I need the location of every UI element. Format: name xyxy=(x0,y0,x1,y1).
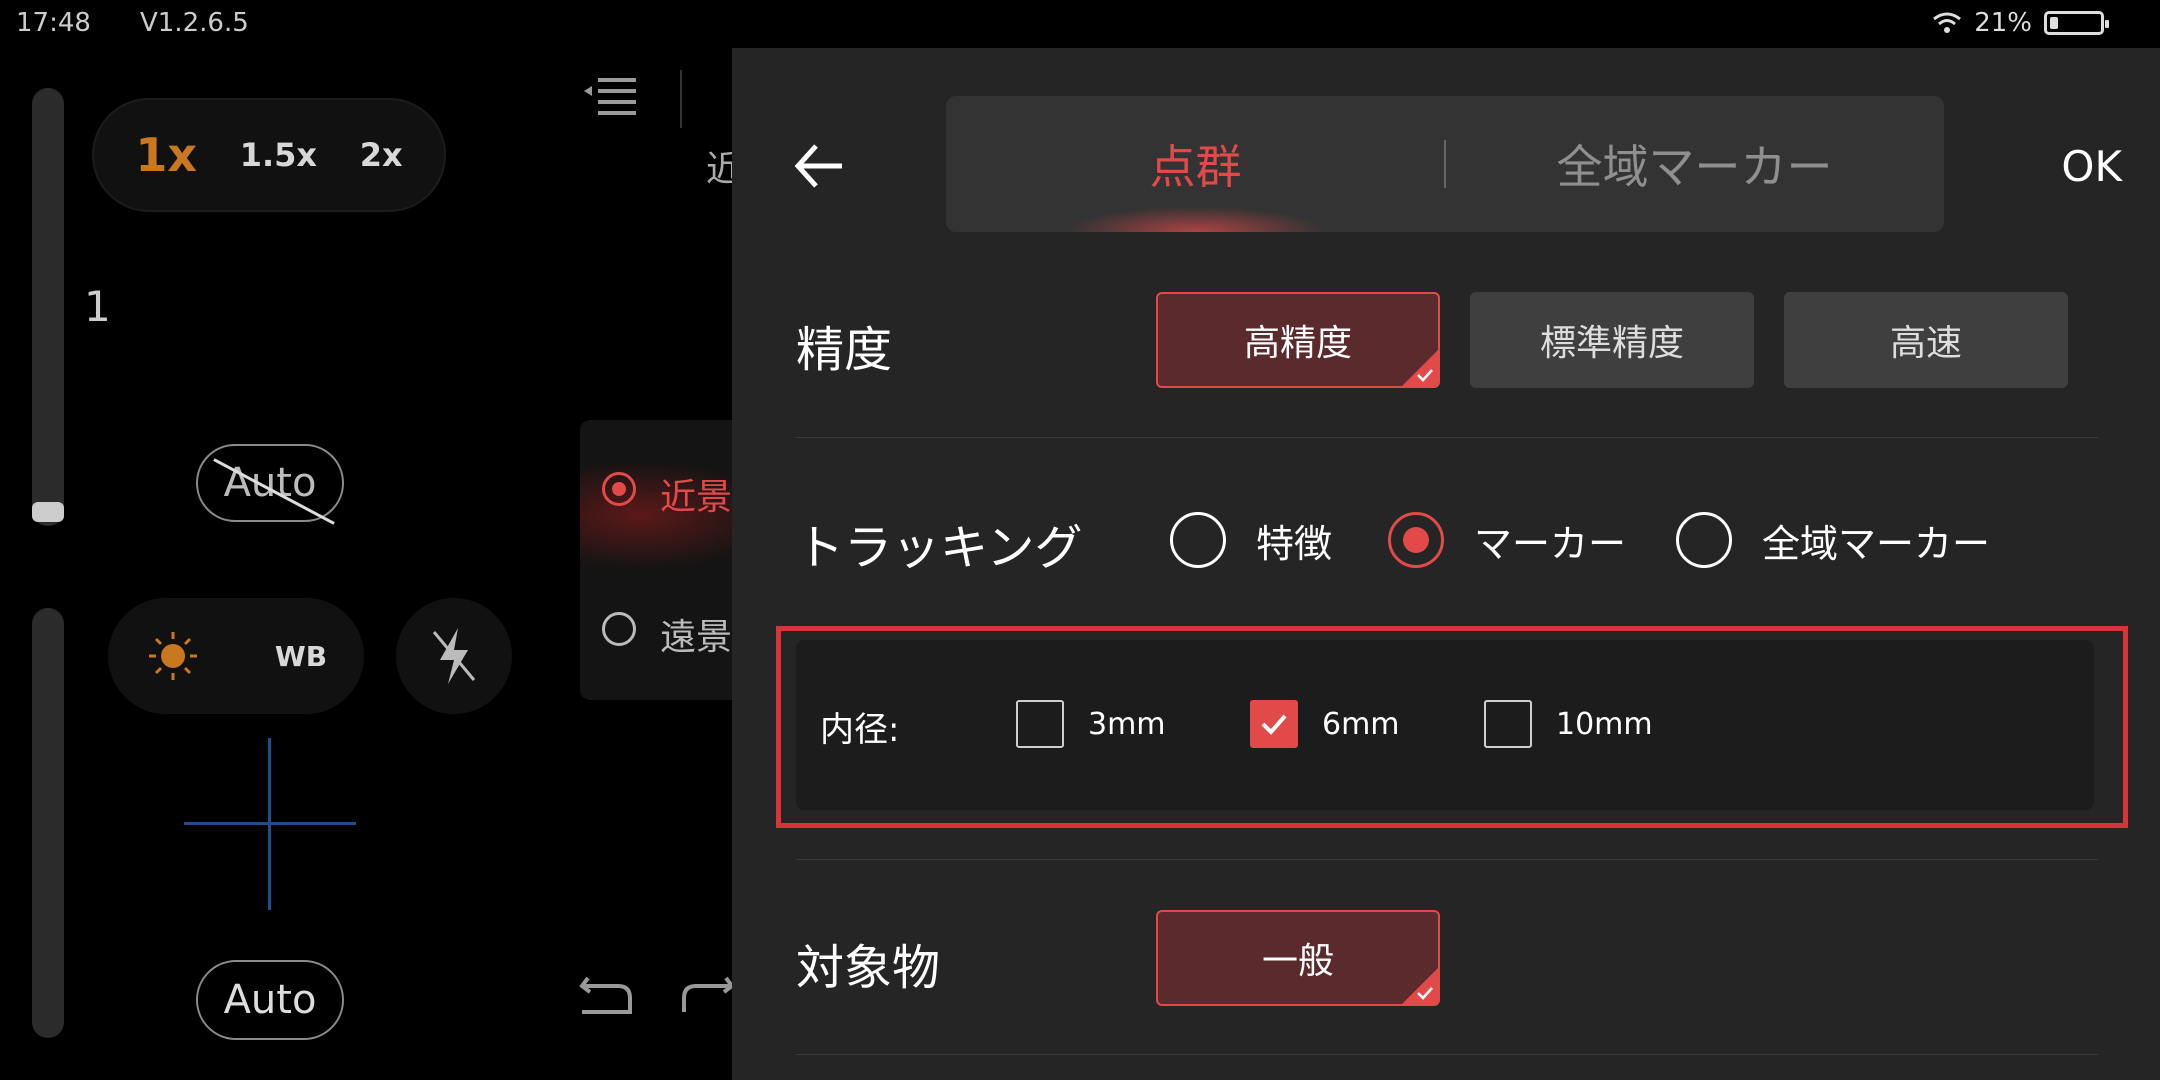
precision-fast-label: 高速 xyxy=(1889,323,1962,364)
active-tab-indicator xyxy=(1066,206,1326,232)
far-option-label[interactable]: 遠景 xyxy=(660,608,732,660)
range-options-card: 近景 遠景 xyxy=(580,420,740,700)
flash-button[interactable] xyxy=(396,598,512,714)
zoom-option-2x[interactable]: 2x xyxy=(360,136,403,174)
mode-tabs: 点群 全域マーカー xyxy=(946,96,1944,232)
menu-collapse-icon[interactable] xyxy=(582,76,638,116)
tracking-global-marker-label: 全域マーカー xyxy=(1762,521,1991,566)
diameter-3mm-checkbox[interactable] xyxy=(1016,700,1064,748)
precision-fast-button[interactable]: 高速 xyxy=(1784,292,2068,388)
far-radio[interactable] xyxy=(602,612,636,646)
precision-standard-label: 標準精度 xyxy=(1539,323,1684,364)
tracking-global-marker-option[interactable]: 全域マーカー xyxy=(1676,512,1990,568)
diameter-6mm-checkbox[interactable] xyxy=(1250,700,1298,748)
diameter-10mm-label: 10mm xyxy=(1556,706,1653,742)
target-label: 対象物 xyxy=(796,940,941,996)
zoom-option-1-5x[interactable]: 1.5x xyxy=(240,136,317,174)
battery-percent: 21% xyxy=(1974,8,2032,38)
tracking-global-marker-radio[interactable] xyxy=(1676,512,1732,568)
auto-exposure-label: Auto xyxy=(223,977,317,1023)
tracking-feature-radio[interactable] xyxy=(1170,512,1226,568)
iso-value: 1 xyxy=(84,282,111,331)
battery-icon xyxy=(2044,11,2109,35)
status-indicators: 21% xyxy=(1932,8,2109,38)
exposure-slider[interactable] xyxy=(32,608,64,1038)
zoom-selector: 1x 1.5x 2x xyxy=(92,98,446,212)
target-general-label: 一般 xyxy=(1261,941,1334,982)
focus-crosshair-vertical xyxy=(268,738,271,910)
undo-icon[interactable] xyxy=(578,968,634,1016)
precision-label: 精度 xyxy=(796,322,893,378)
tracking-marker-radio[interactable] xyxy=(1388,512,1444,568)
section-divider xyxy=(796,1054,2098,1055)
tracking-marker-option[interactable]: マーカー xyxy=(1388,512,1626,568)
zoom-option-1x[interactable]: 1x xyxy=(135,128,197,182)
iso-slider[interactable] xyxy=(32,88,64,526)
back-arrow-icon[interactable] xyxy=(792,138,848,194)
diameter-10mm-checkbox[interactable] xyxy=(1484,700,1532,748)
check-icon xyxy=(1417,987,1433,1000)
tracking-label: トラッキング xyxy=(796,520,1083,576)
target-general-button[interactable]: 一般 xyxy=(1156,910,1440,1006)
near-option-label[interactable]: 近景 xyxy=(660,468,732,520)
diameter-6mm-option[interactable]: 6mm xyxy=(1250,700,1400,748)
exposure-wb-group: WB xyxy=(108,598,364,714)
highlight-frame xyxy=(776,626,2128,828)
diameter-6mm-label: 6mm xyxy=(1322,706,1400,742)
tracking-feature-label: 特徴 xyxy=(1256,521,1333,566)
diameter-3mm-label: 3mm xyxy=(1088,706,1166,742)
ok-button[interactable]: OK xyxy=(2061,142,2122,191)
tab-global-marker[interactable]: 全域マーカー xyxy=(1445,96,1944,232)
tracking-feature-option[interactable]: 特徴 xyxy=(1170,512,1332,568)
section-divider xyxy=(796,437,2098,438)
status-time: 17:48 xyxy=(16,8,91,38)
wifi-icon xyxy=(1933,12,1962,33)
section-divider xyxy=(796,859,2098,860)
near-radio[interactable] xyxy=(602,472,636,506)
app-version: V1.2.6.5 xyxy=(140,8,249,38)
auto-exposure-button[interactable]: Auto xyxy=(196,960,344,1040)
toolbar-divider xyxy=(680,70,682,128)
tracking-marker-label: マーカー xyxy=(1474,521,1627,566)
diameter-10mm-option[interactable]: 10mm xyxy=(1484,700,1653,748)
inner-diameter-label: 内径: xyxy=(820,710,900,750)
settings-panel: 点群 全域マーカー OK 精度 高精度 標準精度 高速 トラッキング 特徴 マー… xyxy=(732,48,2160,1080)
auto-focus-label: Auto xyxy=(223,460,317,506)
redo-icon[interactable] xyxy=(680,968,736,1016)
check-icon xyxy=(1261,714,1287,735)
precision-high-button[interactable]: 高精度 xyxy=(1156,292,1440,388)
precision-standard-button[interactable]: 標準精度 xyxy=(1470,292,1754,388)
flash-off-icon xyxy=(432,628,476,684)
iso-slider-handle[interactable] xyxy=(32,502,64,522)
precision-high-label: 高精度 xyxy=(1243,323,1352,364)
auto-focus-button[interactable]: Auto xyxy=(196,444,344,525)
brightness-icon[interactable] xyxy=(145,628,201,684)
check-icon xyxy=(1417,369,1433,382)
diameter-3mm-option[interactable]: 3mm xyxy=(1016,700,1166,748)
white-balance-button[interactable]: WB xyxy=(275,640,327,673)
